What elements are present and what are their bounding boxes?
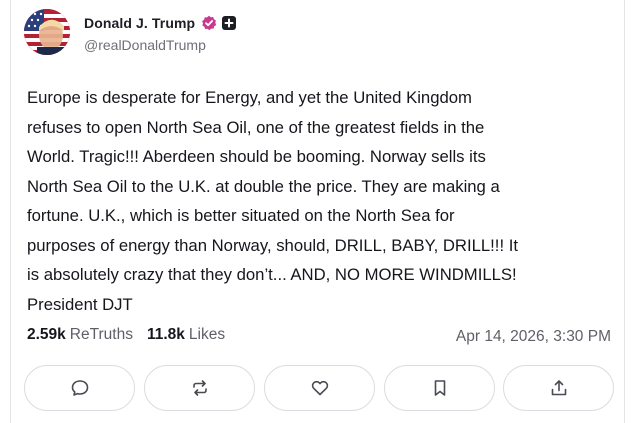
post-stats: 2.59k ReTruths 11.8k Likes (27, 326, 225, 344)
retruth-icon (192, 380, 207, 396)
bookmark-icon (434, 380, 445, 396)
retruths-label[interactable]: ReTruths (70, 326, 133, 344)
author-row: Donald J. Trump (84, 13, 237, 33)
bookmark-button[interactable] (384, 365, 495, 411)
post-text: Europe is desperate for Energy, and yet … (27, 88, 518, 314)
plus-square-icon (222, 16, 237, 30)
reply-button[interactable] (24, 365, 135, 411)
like-button[interactable] (264, 365, 375, 411)
heart-icon (311, 380, 328, 396)
author-handle[interactable]: @realDonaldTrump (84, 37, 206, 53)
retruth-button[interactable] (144, 365, 255, 411)
share-icon (551, 380, 566, 396)
avatar[interactable] (24, 9, 70, 55)
likes-label[interactable]: Likes (189, 326, 225, 344)
reply-icon (71, 380, 88, 396)
likes-count[interactable]: 11.8k (147, 326, 185, 344)
action-bar (24, 365, 614, 411)
frame-border-right (624, 0, 625, 423)
verified-check-icon (201, 15, 217, 31)
author-name[interactable]: Donald J. Trump (84, 15, 195, 31)
share-button[interactable] (503, 365, 614, 411)
post-timestamp[interactable]: Apr 14, 2026, 3:30 PM (456, 328, 611, 346)
frame-border-left (10, 0, 11, 423)
retruths-count[interactable]: 2.59k (27, 326, 66, 344)
